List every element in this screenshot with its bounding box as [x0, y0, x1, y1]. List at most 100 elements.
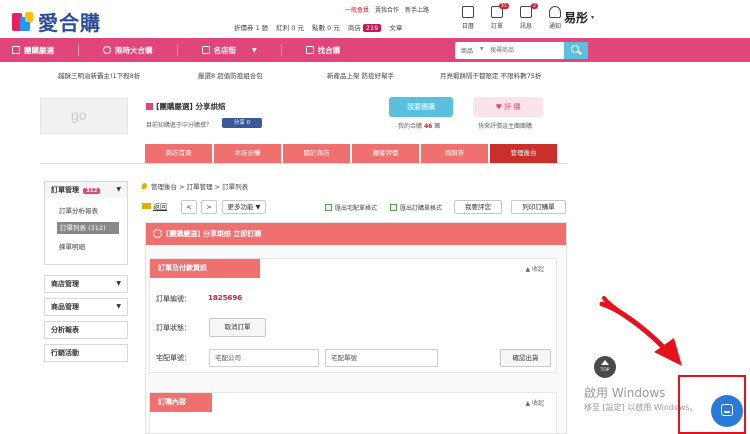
- order-no-value: 1825696: [208, 294, 243, 302]
- sidebar-store-mgmt[interactable]: 商店管理 ▼: [44, 275, 128, 293]
- member-link[interactable]: 新手上路: [405, 5, 429, 14]
- site-logo[interactable]: 愛合購: [10, 7, 101, 36]
- messages-button[interactable]: 2 訊息: [516, 3, 538, 30]
- notifications-button[interactable]: 通知: [545, 6, 565, 30]
- chevron-down-icon: ▼: [116, 186, 121, 193]
- sidebar-item-order-list[interactable]: 訂單列表 (312): [57, 222, 119, 234]
- promo-link[interactable]: 月亮蝦餅隔干都限定 不限料數75折: [440, 70, 541, 80]
- tab-qa[interactable]: 問與答: [421, 144, 488, 163]
- order-status-label: 訂單狀態：: [156, 324, 191, 332]
- next-button[interactable]: >: [201, 200, 217, 214]
- order-count-badge: 312: [83, 188, 101, 194]
- facebook-share-button[interactable]: 分享 0: [222, 118, 262, 128]
- clock-icon: [103, 46, 111, 54]
- chevron-down-icon[interactable]: ▾: [591, 14, 594, 21]
- chat-button[interactable]: [711, 395, 743, 427]
- excel-icon: [325, 204, 332, 211]
- print-order-button[interactable]: 列印訂購單: [511, 200, 566, 214]
- message-icon: [520, 6, 532, 18]
- member-row: 一般會員 賣我合作 新手上路: [345, 5, 429, 14]
- excel-icon: [390, 204, 397, 211]
- search-bar: 商品 ▼: [455, 42, 588, 59]
- confirm-ship-button[interactable]: 確認出貨: [500, 349, 551, 367]
- tab-reviews[interactable]: 顧客評價: [352, 144, 419, 163]
- tab-admin[interactable]: 管理後台: [490, 144, 557, 163]
- orders-button[interactable]: 31 訂單: [487, 3, 509, 30]
- delivery-number-field[interactable]: 宅配單號: [325, 349, 438, 367]
- chevron-down-icon: ▼: [252, 46, 257, 54]
- order-content-section: 訂購內容 ▲ 收起: [149, 392, 557, 434]
- grid-icon: [12, 46, 20, 54]
- articles-link[interactable]: 文章: [389, 22, 402, 32]
- rating-button[interactable]: ♥ 評 價: [473, 97, 543, 117]
- calendar-icon: [462, 6, 474, 18]
- calendar-button[interactable]: 日曆: [458, 6, 478, 30]
- join-group-button[interactable]: 我要團購: [389, 97, 453, 117]
- sidebar-item-order-report[interactable]: 訂單分析報表: [45, 202, 127, 220]
- tab-store-home[interactable]: 商店首頁: [145, 144, 212, 163]
- chat-icon: [721, 404, 733, 416]
- member-link[interactable]: 賣我合作: [375, 5, 399, 14]
- chevron-down-icon: ▼: [116, 280, 121, 287]
- my-group-count: 我的合購 46 團: [398, 123, 441, 130]
- search-input[interactable]: [490, 44, 562, 57]
- back-link[interactable]: 返回: [142, 202, 167, 212]
- prev-button[interactable]: <: [181, 200, 197, 214]
- tab-about-store[interactable]: 關於商店: [283, 144, 350, 163]
- nav-stores[interactable]: 名店街 ▼: [201, 45, 257, 56]
- more-functions-dropdown[interactable]: 更多功能 ▼: [222, 200, 266, 214]
- pin-icon: [142, 183, 147, 189]
- sidebar-marketing[interactable]: 行銷活動: [44, 344, 128, 362]
- cart-icon: [153, 229, 162, 238]
- store-stat[interactable]: 商店 219: [348, 22, 382, 32]
- search-icon: [571, 45, 579, 53]
- promo-link[interactable]: 越酥三明治新霸主!1下殺8折: [58, 70, 140, 80]
- message-count-badge: 2: [530, 3, 538, 9]
- back-to-top-button[interactable]: TOP: [594, 356, 616, 378]
- sidebar-product-mgmt[interactable]: 商品管理 ▼: [44, 298, 128, 316]
- sidebar-order-header[interactable]: 訂單管理 312 ▼: [45, 182, 127, 198]
- member-level[interactable]: 一般會員: [345, 5, 369, 14]
- nav-flash-sale[interactable]: 限時大合購: [103, 45, 153, 56]
- main-nav: 團購嚴選 限時大合購 名店街 ▼ 找合購: [0, 38, 750, 62]
- delivery-company-field[interactable]: 宅配公司: [209, 349, 319, 367]
- review-button[interactable]: 我要評您: [454, 200, 502, 214]
- discount-coupon[interactable]: 折價券 1 張: [234, 22, 268, 32]
- nav-find-buy[interactable]: 找合購: [305, 45, 340, 56]
- windows-activation-title: 啟用 Windows: [584, 386, 666, 400]
- promo-link[interactable]: 嚴選8 超值防疫組合包: [198, 70, 263, 80]
- tab-store-groups[interactable]: 本店合購: [214, 144, 281, 163]
- export-delivery-link[interactable]: 匯出宅配單格式: [325, 203, 377, 212]
- nav-group-buy[interactable]: 團購嚴選: [12, 45, 54, 56]
- search-category-select[interactable]: 商品: [461, 46, 473, 55]
- nav-divider: [280, 44, 282, 56]
- people-icon: [305, 46, 314, 54]
- store-name[interactable]: [團購嚴選] 分享烘焙: [146, 101, 225, 112]
- promo-link[interactable]: 新產品上架 防疫好幫手: [327, 70, 394, 80]
- sidebar-analysis[interactable]: 分析報表: [44, 321, 128, 339]
- logo-mark-icon: [10, 11, 36, 33]
- user-signature[interactable]: 易彤: [564, 9, 588, 26]
- nav-divider: [176, 44, 178, 56]
- promo-strip: 越酥三明治新霸主!1下殺8折 嚴選8 超值防疫組合包 新產品上架 防疫好幫手 月…: [0, 66, 750, 84]
- store-tabs: 商店首頁 本店合購 關於商店 顧客評價 問與答 管理後台: [145, 144, 557, 163]
- collapse-button[interactable]: ▲ 收起: [525, 398, 544, 407]
- points-balance[interactable]: 點數 0 元: [312, 22, 340, 32]
- store-icon: [201, 46, 210, 54]
- bonus-balance[interactable]: 紅利 0 元: [276, 22, 304, 32]
- rating-subtitle: 快來評價這主團團購: [478, 123, 533, 130]
- sidebar-item-picking[interactable]: 揀單明細: [45, 238, 127, 256]
- logo-text: 愛合購: [38, 11, 101, 35]
- chevron-down-icon: ▼: [480, 47, 484, 52]
- export-order-link[interactable]: 匯出訂購單格式: [390, 203, 442, 212]
- search-button[interactable]: [564, 42, 588, 59]
- top-header: 愛合購 一般會員 賣我合作 新手上路 折價券 1 張 紅利 0 元 點數 0 元…: [0, 0, 750, 38]
- cancel-order-button[interactable]: 取消訂單: [209, 318, 266, 337]
- back-arrow-icon: [142, 203, 151, 209]
- delivery-no-label: 宅配單號：: [156, 354, 191, 362]
- chevron-down-icon: ▼: [116, 303, 121, 310]
- tabs-divider: [40, 163, 568, 164]
- collapse-button[interactable]: ▲ 收起: [525, 264, 544, 273]
- store-logo[interactable]: go: [40, 98, 128, 134]
- header-icons: 日曆 31 訂單 2 訊息 通知: [458, 3, 565, 30]
